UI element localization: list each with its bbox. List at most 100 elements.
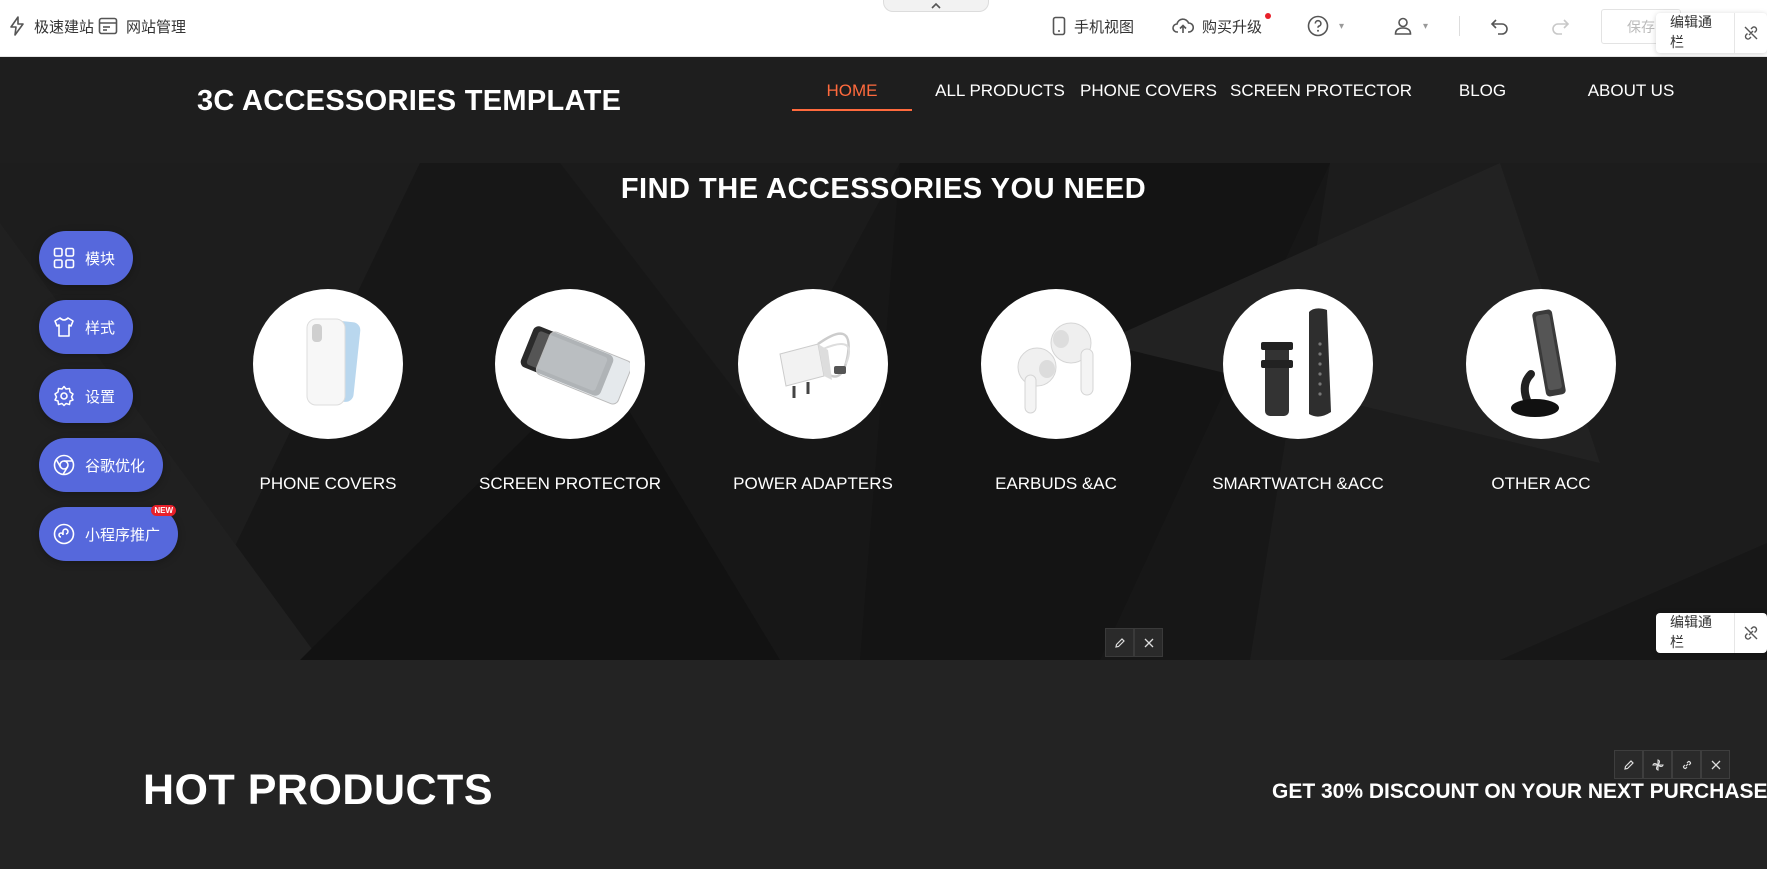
cloud-upload-icon [1172, 17, 1194, 35]
screen-protector-icon [520, 326, 630, 405]
mini-program-label: 小程序推广 [85, 525, 161, 544]
site-logo[interactable]: 3C ACCESSORIES TEMPLATE [197, 85, 621, 118]
mini-program-icon [53, 523, 75, 545]
category-label: PHONE COVERS [259, 474, 397, 493]
power-adapter-icon [779, 332, 851, 398]
settings-label: 设置 [85, 387, 116, 406]
help-dropdown[interactable]: ▾ [1307, 0, 1344, 52]
module-edit-tools [1105, 628, 1163, 657]
google-seo-label: 谷歌优化 [85, 456, 146, 475]
edit-bar-button-banner[interactable]: 编辑通栏 [1656, 613, 1767, 653]
mobile-view-button[interactable]: 手机视图 [1052, 0, 1134, 52]
category-label: SCREEN PROTECTOR [479, 474, 661, 493]
category-banner: FIND THE ACCESSORIES YOU NEED PHONE COVE… [0, 163, 1767, 660]
edit-pencil-button[interactable] [1105, 628, 1134, 657]
category-image[interactable] [1223, 289, 1373, 439]
category-label: EARBUDS &AC [995, 474, 1117, 493]
link-icon [1682, 760, 1691, 769]
category-label: OTHER ACC [1491, 474, 1591, 493]
discount-text: GET 30% DISCOUNT ON YOUR NEXT PURCHASE [1272, 780, 1767, 803]
banner-title: FIND THE ACCESSORIES YOU NEED [620, 173, 1147, 205]
style-button[interactable]: 样式 [39, 300, 134, 354]
category-other-acc[interactable]: OTHER ACC [1421, 289, 1661, 494]
nav-active-underline [792, 109, 912, 111]
section-edit-tools [1614, 750, 1730, 779]
site-manage-icon [98, 17, 118, 35]
grid-icon [53, 247, 75, 269]
pencil-icon [1623, 759, 1634, 770]
shirt-icon [53, 316, 75, 338]
settings-button[interactable]: 设置 [39, 369, 134, 423]
notification-dot [1265, 13, 1271, 19]
undo-icon [1490, 17, 1510, 35]
style-label: 样式 [85, 318, 116, 337]
user-icon [1393, 16, 1413, 36]
new-badge: NEW [151, 505, 177, 516]
category-smartwatch[interactable]: SMARTWATCH &ACC [1178, 289, 1418, 494]
earbuds-icon [1017, 322, 1094, 414]
close-icon [1711, 760, 1720, 769]
edit-bar-label: 编辑通栏 [1656, 613, 1735, 653]
site-header: 3C ACCESSORIES TEMPLATE HOME ALL PRODUCT… [0, 57, 1767, 163]
caret-down-icon: ▾ [1423, 20, 1429, 32]
caret-down-icon: ▾ [1339, 20, 1345, 32]
site-manage-button[interactable]: 网站管理 [98, 0, 186, 52]
account-dropdown[interactable]: ▾ [1393, 0, 1428, 52]
category-power-adapters[interactable]: POWER ADAPTERS [693, 289, 933, 494]
gear-icon [53, 385, 75, 407]
editor-toolbar: 极速建站 网站管理 手机视图 购买升级 ▾ ▾ 保存 [0, 0, 1767, 57]
edit-bar-button-top[interactable]: 编辑通栏 [1656, 13, 1767, 53]
nav-phone-covers[interactable]: PHONE COVERS [1080, 81, 1217, 115]
nav-about-us[interactable]: ABOUT US [1576, 81, 1686, 115]
toolbar-divider [1459, 16, 1460, 36]
lightning-icon [8, 16, 26, 36]
modules-label: 模块 [85, 249, 116, 268]
remove-button[interactable] [1134, 628, 1163, 657]
category-screen-protector[interactable]: SCREEN PROTECTOR [450, 289, 690, 494]
link-button[interactable] [1672, 750, 1701, 779]
upgrade-button[interactable]: 购买升级 [1172, 0, 1262, 52]
hide-link-icon[interactable] [1735, 625, 1767, 641]
redo-icon [1550, 17, 1570, 35]
remove-button[interactable] [1701, 750, 1730, 779]
category-image[interactable] [495, 289, 645, 439]
hot-products-section: HOT PRODUCTS GET 30% DISCOUNT ON YOUR NE… [0, 660, 1767, 869]
category-image[interactable] [253, 289, 403, 439]
close-icon [1144, 638, 1153, 647]
collapse-toolbar-tab[interactable] [883, 0, 989, 12]
animation-button[interactable] [1643, 750, 1672, 779]
pinwheel-icon [1651, 758, 1664, 771]
chrome-icon [53, 454, 75, 476]
pencil-icon [1114, 637, 1125, 648]
quick-build-label: 极速建站 [34, 17, 95, 36]
category-earbuds[interactable]: EARBUDS &AC [936, 289, 1176, 494]
watch-strap-icon [1261, 308, 1331, 417]
mobile-view-label: 手机视图 [1074, 17, 1135, 36]
category-label: POWER ADAPTERS [733, 474, 893, 493]
category-phone-covers[interactable]: PHONE COVERS [208, 289, 448, 494]
edit-pencil-button[interactable] [1614, 750, 1643, 779]
mobile-phone-icon [1052, 16, 1066, 36]
undo-button[interactable] [1490, 0, 1510, 52]
nav-blog[interactable]: BLOG [1430, 81, 1535, 115]
hot-products-title: HOT PRODUCTS [143, 766, 493, 814]
category-image[interactable] [738, 289, 888, 439]
help-icon [1307, 15, 1329, 37]
phone-cover-icon [306, 318, 361, 406]
category-image[interactable] [981, 289, 1131, 439]
category-label: SMARTWATCH &ACC [1212, 474, 1384, 493]
mini-program-button[interactable]: 小程序推广 NEW [39, 505, 179, 561]
nav-all-products[interactable]: ALL PRODUCTS [932, 81, 1068, 115]
edit-bar-label: 编辑通栏 [1656, 13, 1735, 53]
site-manage-label: 网站管理 [126, 17, 187, 36]
hide-link-icon[interactable] [1735, 25, 1767, 41]
chevron-up-icon [930, 0, 942, 15]
modules-button[interactable]: 模块 [39, 231, 134, 285]
quick-build-button[interactable]: 极速建站 [8, 0, 94, 52]
nav-screen-protector[interactable]: SCREEN PROTECTOR [1230, 81, 1412, 115]
redo-button[interactable] [1550, 0, 1570, 52]
upgrade-label: 购买升级 [1202, 17, 1263, 36]
phone-holder-icon [1511, 309, 1566, 417]
category-image[interactable] [1466, 289, 1616, 439]
google-seo-button[interactable]: 谷歌优化 [39, 438, 164, 492]
